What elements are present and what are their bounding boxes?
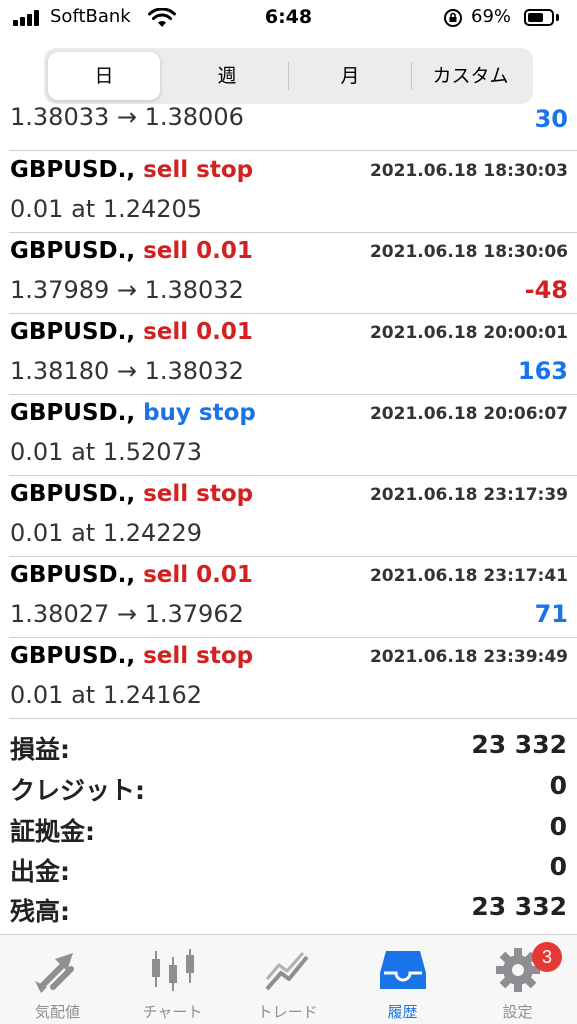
deal-profit: 30: [534, 105, 568, 133]
tab-chart[interactable]: チャート: [115, 935, 230, 1024]
status-bar: SoftBank 6:48 69%: [0, 0, 577, 38]
summary-label: 出金:: [10, 857, 70, 886]
order-title: GBPUSD., sell stop: [10, 157, 253, 183]
trade-line-icon: [265, 952, 309, 991]
order-title: GBPUSD., buy stop: [10, 400, 256, 426]
summary-balance: 残高: 23 332: [0, 888, 577, 928]
order-time: 2021.06.18 20:00:01: [369, 323, 568, 343]
summary-value: 23 332: [471, 892, 567, 921]
tab-label: チャート: [142, 1003, 203, 1021]
list-item[interactable]: GBPUSD., sell stop 2021.06.18 18:30:03 0…: [0, 151, 577, 232]
summary-label: 損益:: [10, 735, 70, 764]
summary-deposit: 証拠金: 0: [0, 808, 577, 848]
order-symbol: GBPUSD.,: [10, 319, 136, 345]
order-title: GBPUSD., sell stop: [10, 481, 253, 507]
summary-label: 残高:: [10, 897, 70, 926]
order-action: sell 0.01: [143, 319, 253, 345]
tab-label: 履歴: [387, 1003, 418, 1021]
order-action: sell 0.01: [143, 238, 253, 264]
deal-profit: -48: [524, 276, 568, 304]
order-time: 2021.06.18 18:30:06: [369, 242, 568, 262]
deal-profit: 71: [534, 600, 568, 628]
segment-divider: [288, 62, 289, 90]
summary-profit: 損益: 23 332: [0, 726, 577, 766]
order-title: GBPUSD., sell stop: [10, 643, 253, 669]
battery-percentage: 69%: [471, 6, 512, 27]
order-action: sell stop: [143, 643, 254, 669]
order-title: GBPUSD., sell 0.01: [10, 562, 253, 588]
tab-trade[interactable]: トレード: [230, 935, 345, 1024]
order-price: 0.01 at 1.24162: [10, 681, 203, 709]
list-item[interactable]: GBPUSD., sell stop 2021.06.18 23:17:39 0…: [0, 475, 577, 556]
candlestick-chart-icon: [152, 949, 194, 991]
summary-value: 0: [549, 771, 567, 800]
battery-icon: [524, 9, 554, 26]
order-time: 2021.06.18 23:17:39: [369, 485, 568, 505]
settings-notification-badge: 3: [532, 942, 562, 972]
battery-nub: [556, 14, 559, 21]
tab-history[interactable]: 履歴: [345, 935, 460, 1024]
order-price: 0.01 at 1.24205: [10, 195, 203, 223]
summary-label: 証拠金:: [10, 817, 95, 846]
quotes-arrows-icon: [35, 953, 74, 993]
order-price: 0.01 at 1.24229: [10, 519, 203, 547]
order-symbol: GBPUSD.,: [10, 400, 136, 426]
order-time: 2021.06.18 20:06:07: [369, 404, 568, 424]
summary-value: 0: [549, 812, 567, 841]
tab-bar: 気配値 チャート トレード 履歴 設定: [0, 934, 577, 1024]
segment-day[interactable]: 日: [48, 52, 160, 100]
period-segmented-control: 日 週 月 カスタム: [44, 48, 533, 104]
tab-label: トレード: [257, 1003, 318, 1021]
deal-profit: 163: [517, 357, 568, 385]
order-title: GBPUSD., sell 0.01: [10, 319, 253, 345]
summary-withdrawal: 出金: 0: [0, 848, 577, 888]
list-item[interactable]: 1.38033 → 1.38006 30: [0, 101, 577, 150]
tab-quotes[interactable]: 気配値: [0, 935, 115, 1024]
order-action: sell 0.01: [143, 562, 253, 588]
list-item[interactable]: GBPUSD., sell stop 2021.06.18 23:39:49 0…: [0, 637, 577, 718]
summary-value: 0: [549, 852, 567, 881]
list-item[interactable]: GBPUSD., buy stop 2021.06.18 20:06:07 0.…: [0, 394, 577, 475]
summary-label: クレジット:: [10, 776, 145, 805]
order-time: 2021.06.18 23:39:49: [369, 647, 568, 667]
order-action: sell stop: [143, 157, 254, 183]
row-divider: [9, 718, 577, 719]
order-symbol: GBPUSD.,: [10, 157, 136, 183]
list-item[interactable]: GBPUSD., sell 0.01 2021.06.18 18:30:06 1…: [0, 232, 577, 313]
order-price: 0.01 at 1.52073: [10, 438, 203, 466]
order-symbol: GBPUSD.,: [10, 238, 136, 264]
order-symbol: GBPUSD.,: [10, 481, 136, 507]
deal-price: 1.38033 → 1.38006: [10, 103, 244, 131]
tab-label: 気配値: [34, 1003, 80, 1021]
summary-value: 23 332: [471, 730, 567, 759]
order-action: buy stop: [143, 400, 256, 426]
order-price: 1.38027 → 1.37962: [10, 600, 244, 628]
segment-custom[interactable]: カスタム: [412, 52, 529, 100]
tab-label: 設定: [502, 1003, 533, 1021]
order-price: 1.38180 → 1.38032: [10, 357, 244, 385]
summary-credit: クレジット: 0: [0, 767, 577, 807]
order-price: 1.37989 → 1.38032: [10, 276, 244, 304]
order-symbol: GBPUSD.,: [10, 643, 136, 669]
order-time: 2021.06.18 23:17:41: [369, 566, 568, 586]
history-inbox-icon: [380, 951, 426, 989]
segment-week[interactable]: 週: [168, 52, 286, 100]
order-symbol: GBPUSD.,: [10, 562, 136, 588]
orientation-lock-icon: [444, 9, 462, 27]
segment-month[interactable]: 月: [290, 52, 410, 100]
order-time: 2021.06.18 18:30:03: [369, 161, 568, 181]
list-item[interactable]: GBPUSD., sell 0.01 2021.06.18 23:17:41 1…: [0, 556, 577, 637]
order-action: sell stop: [143, 481, 254, 507]
order-title: GBPUSD., sell 0.01: [10, 238, 253, 264]
list-item[interactable]: GBPUSD., sell 0.01 2021.06.18 20:00:01 1…: [0, 313, 577, 394]
